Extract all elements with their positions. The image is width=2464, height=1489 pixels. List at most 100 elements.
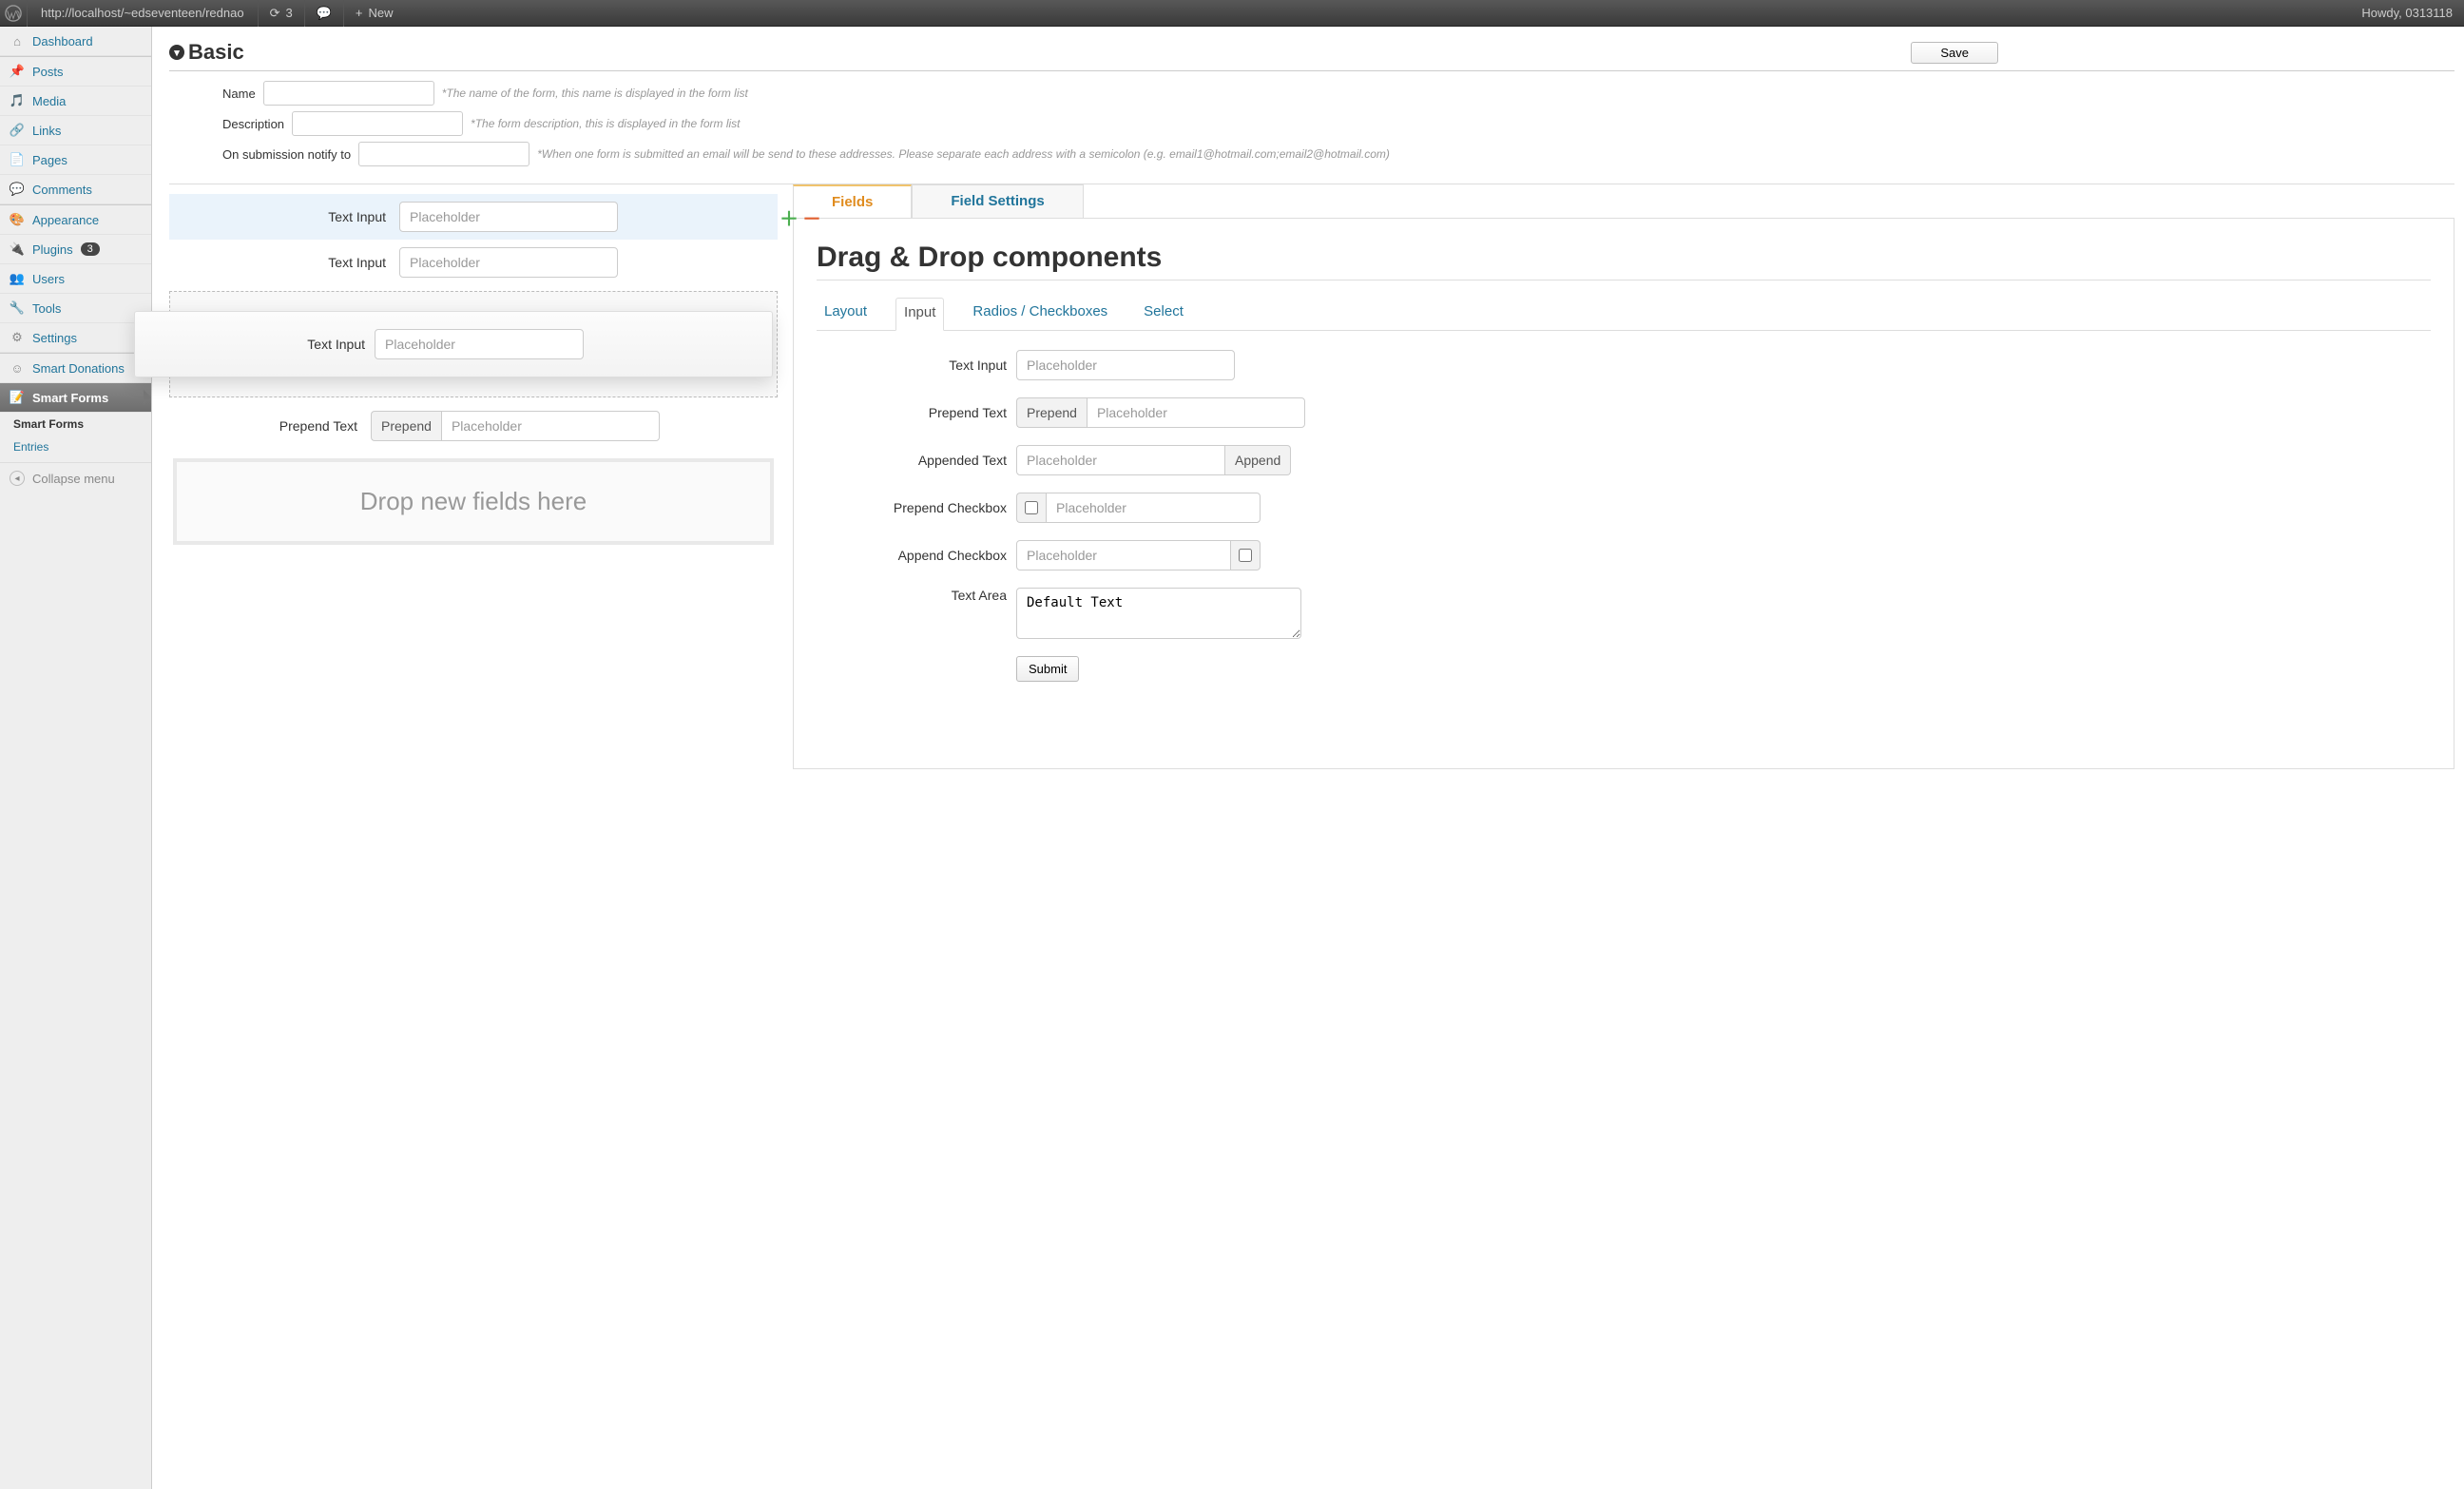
wordpress-logo-icon[interactable] [0, 0, 27, 27]
prepend-addon: Prepend [1016, 397, 1087, 428]
canvas-field-prepend-text[interactable]: Prepend Text Prepend [169, 403, 778, 449]
new-label: New [369, 6, 394, 20]
admin-bar: http://localhost/~edseventeen/rednao ⟳ 3… [0, 0, 2464, 27]
howdy[interactable]: Howdy, 0313118 [2350, 6, 2464, 20]
plus-icon: + [356, 6, 363, 20]
sidebar-label: Posts [32, 65, 64, 79]
field-label: Text Input [181, 255, 390, 270]
notify-label: On submission notify to [222, 147, 351, 162]
sidebar-item-appearance[interactable]: 🎨Appearance [0, 204, 151, 235]
sidebar-item-smart-forms[interactable]: 📝Smart Forms [0, 383, 151, 413]
sidebar-item-users[interactable]: 👥Users [0, 264, 151, 294]
updates-count: 3 [285, 6, 292, 20]
site-url[interactable]: http://localhost/~edseventeen/rednao [28, 6, 258, 20]
tab-field-settings[interactable]: Field Settings [912, 184, 1083, 218]
sidebar-item-settings[interactable]: ⚙Settings [0, 323, 151, 353]
updates-button[interactable]: ⟳ 3 [259, 0, 304, 27]
canvas-field-text-input-2[interactable]: Text Input [169, 240, 778, 285]
collapse-menu[interactable]: ◂Collapse menu [0, 462, 151, 493]
field-label: Prepend Text [181, 418, 361, 434]
collapse-icon: ◂ [10, 471, 25, 486]
field-input[interactable] [399, 202, 618, 232]
field-input[interactable] [375, 329, 584, 359]
submit-button[interactable]: Submit [1016, 656, 1079, 682]
sidebar-label: Dashboard [32, 34, 93, 48]
description-label: Description [222, 117, 284, 131]
component-input[interactable] [1046, 493, 1261, 523]
prepend-addon: Prepend [371, 411, 441, 441]
add-icon[interactable]: ＋ [780, 203, 799, 231]
component-prepend-text[interactable]: Prepend Text Prepend [817, 397, 2431, 428]
drag-ghost-placeholder: Text Input [169, 291, 778, 397]
smiley-icon: ☺ [10, 360, 25, 376]
sidebar-label: Links [32, 124, 61, 138]
component-input[interactable] [1016, 540, 1231, 570]
component-input[interactable] [1016, 350, 1235, 380]
description-hint: *The form description, this is displayed… [471, 117, 740, 130]
sidebar-item-posts[interactable]: 📌 Posts [0, 56, 151, 87]
chevron-down-icon[interactable]: ▾ [169, 45, 184, 60]
comments-button[interactable]: 💬 [305, 0, 343, 27]
pin-icon: 📌 [10, 64, 25, 79]
plugin-icon: 🔌 [10, 242, 25, 257]
builder-canvas: Text Input ＋ － Text Input Text Input [169, 184, 778, 769]
sidebar-label: Appearance [32, 213, 99, 227]
component-input[interactable] [1087, 397, 1305, 428]
home-icon: ⌂ [10, 33, 25, 48]
component-label: Text Input [817, 358, 1007, 373]
form-builder: Text Input ＋ － Text Input Text Input [169, 184, 2454, 769]
link-icon: 🔗 [10, 123, 25, 138]
sidebar-item-comments[interactable]: 💬Comments [0, 175, 151, 204]
new-button[interactable]: + New [344, 0, 405, 27]
component-tabs: Layout Input Radios / Checkboxes Select [817, 298, 2431, 331]
sidebar-item-pages[interactable]: 📄 Pages [0, 145, 151, 175]
settings-icon: ⚙ [10, 330, 25, 345]
sidebar-item-dashboard[interactable]: ⌂ Dashboard [0, 27, 151, 56]
tools-icon: 🔧 [10, 300, 25, 316]
dropzone[interactable]: Drop new fields here [173, 458, 774, 545]
save-button[interactable]: Save [1911, 42, 1998, 64]
checkbox[interactable] [1025, 501, 1038, 514]
main-content: ▾ Basic Save Name *The name of the form,… [152, 27, 2464, 1489]
component-textarea-input[interactable]: Default Text [1016, 588, 1301, 639]
sidebar-label: Media [32, 94, 66, 108]
sidebar-item-tools[interactable]: 🔧Tools [0, 294, 151, 323]
component-appended-text[interactable]: Appended Text Append [817, 445, 2431, 475]
checkbox[interactable] [1239, 549, 1252, 562]
delete-icon[interactable]: － [802, 203, 821, 231]
comp-tab-input[interactable]: Input [895, 298, 944, 331]
canvas-field-text-input-1[interactable]: Text Input ＋ － [169, 194, 778, 240]
sidebar-label: Smart Forms [32, 391, 108, 405]
users-icon: 👥 [10, 271, 25, 286]
field-input[interactable] [399, 247, 618, 278]
sidebar-subitem-smart-forms[interactable]: Smart Forms [0, 413, 151, 435]
dragging-field[interactable]: Text Input [134, 311, 773, 377]
sidebar-label: Pages [32, 153, 67, 167]
sidebar-subitem-entries[interactable]: Entries [0, 435, 151, 458]
sidebar-item-smart-donations[interactable]: ☺ Smart Donations [0, 353, 151, 383]
component-submit: Submit [817, 656, 2431, 682]
page-icon: 📄 [10, 152, 25, 167]
comp-tab-select[interactable]: Select [1136, 298, 1191, 330]
component-textarea[interactable]: Text Area Default Text [817, 588, 2431, 639]
media-icon: 🎵 [10, 93, 25, 108]
component-prepend-checkbox[interactable]: Prepend Checkbox [817, 493, 2431, 523]
notify-input[interactable] [358, 142, 529, 166]
description-input[interactable] [292, 111, 463, 136]
page-title: ▾ Basic [169, 40, 244, 65]
comp-tab-radios[interactable]: Radios / Checkboxes [965, 298, 1115, 330]
component-text-input[interactable]: Text Input [817, 350, 2431, 380]
field-input[interactable] [441, 411, 660, 441]
sidebar-item-links[interactable]: 🔗 Links [0, 116, 151, 145]
sidebar-item-plugins[interactable]: 🔌Plugins3 [0, 235, 151, 264]
name-input[interactable] [263, 81, 434, 106]
component-append-checkbox[interactable]: Append Checkbox [817, 540, 2431, 570]
comment-icon: 💬 [10, 182, 25, 197]
sidebar-label: Plugins [32, 242, 73, 257]
sidebar-label: Smart Donations [32, 361, 125, 376]
component-label: Appended Text [817, 453, 1007, 468]
sidebar-item-media[interactable]: 🎵 Media [0, 87, 151, 116]
refresh-icon: ⟳ [270, 6, 280, 21]
comp-tab-layout[interactable]: Layout [817, 298, 875, 330]
component-input[interactable] [1016, 445, 1225, 475]
